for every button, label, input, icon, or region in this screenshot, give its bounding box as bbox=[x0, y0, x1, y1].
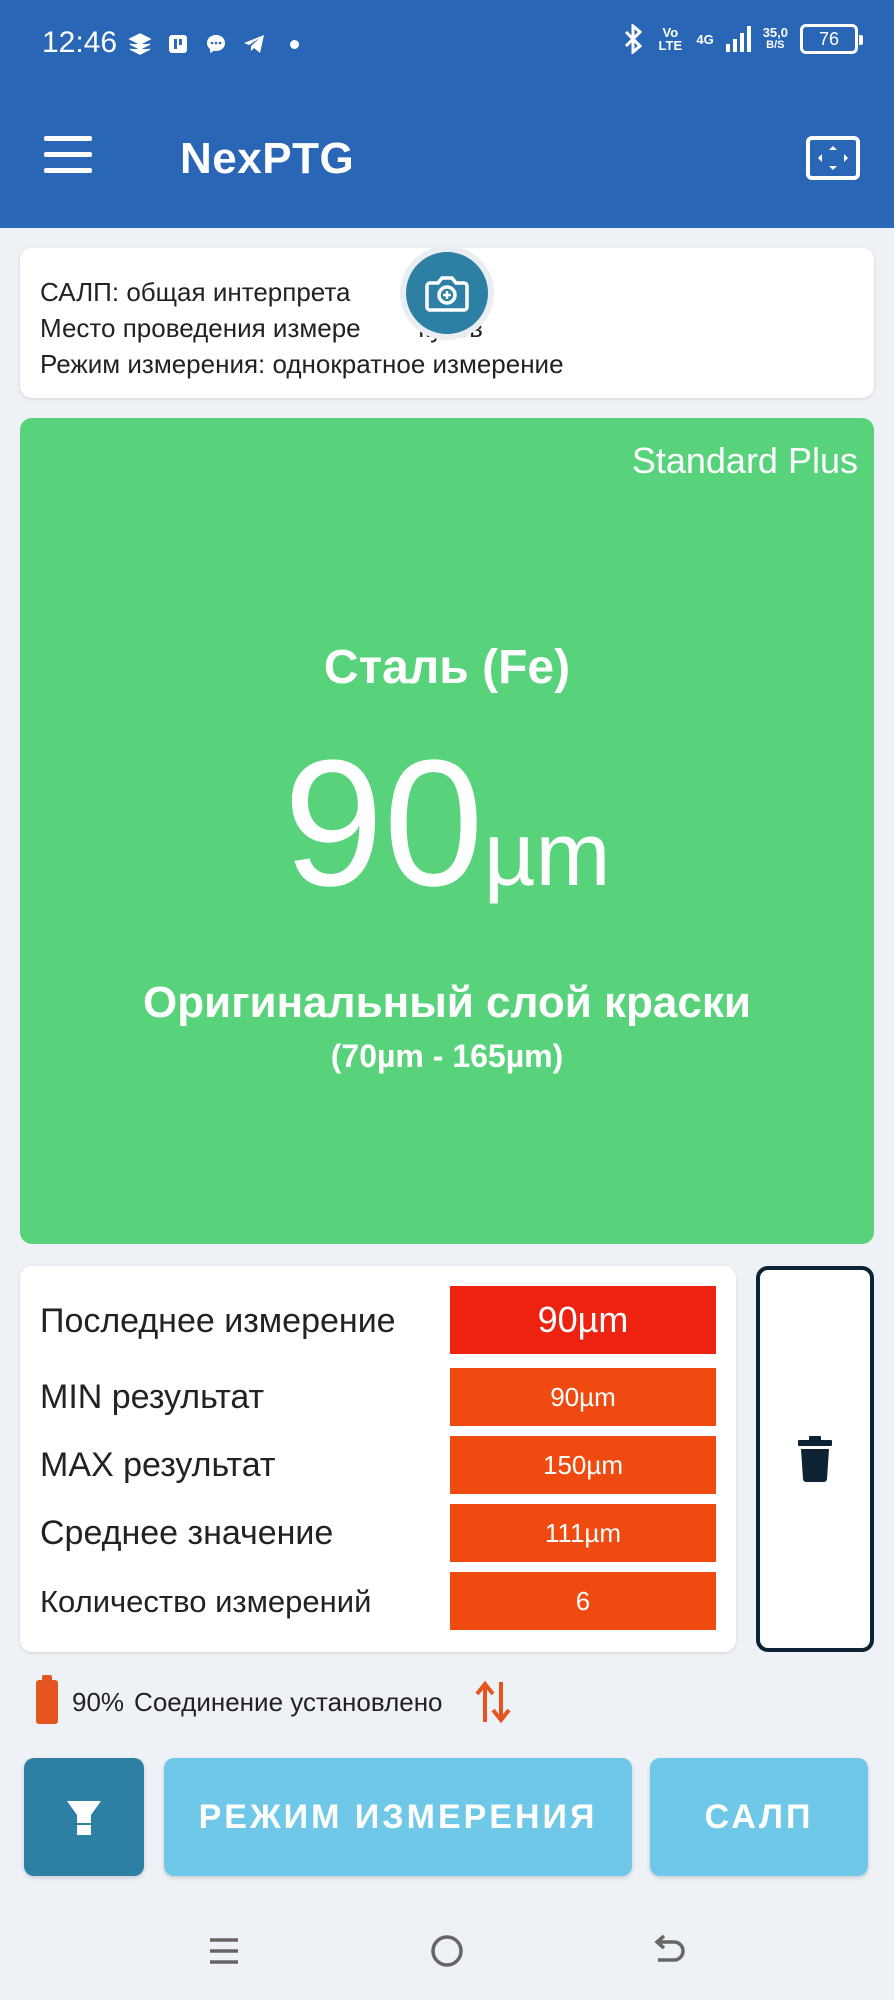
stat-row-min: MIN результат 90µm bbox=[20, 1368, 736, 1428]
result-card: Standard Plus Сталь (Fe) 90µm Оригинальн… bbox=[20, 418, 874, 1244]
menu-lines-icon bbox=[210, 1938, 238, 1964]
stat-value-max: 150µm bbox=[450, 1436, 716, 1494]
stat-label: MAX результат bbox=[40, 1446, 276, 1484]
device-name: Standard Plus bbox=[631, 440, 858, 481]
delete-button[interactable] bbox=[756, 1266, 874, 1652]
stat-row-count: Количество измерений 6 bbox=[20, 1572, 736, 1632]
salp-button[interactable]: САЛП bbox=[650, 1758, 868, 1876]
home-circle-icon bbox=[431, 1935, 463, 1967]
stat-label: Количество измерений bbox=[40, 1584, 372, 1619]
back-button[interactable] bbox=[640, 1924, 700, 1978]
probe-icon bbox=[67, 1801, 101, 1835]
bluetooth-icon bbox=[625, 24, 643, 54]
stat-label: Среднее значение bbox=[40, 1514, 334, 1552]
back-arrow-icon bbox=[654, 1934, 685, 1962]
device-battery-icon bbox=[36, 1675, 58, 1724]
camera-icon bbox=[425, 276, 469, 312]
battery-indicator: 76 bbox=[800, 24, 863, 54]
stat-label: Последнее измерение bbox=[40, 1302, 396, 1340]
statistics-card: Последнее измерение 90µm MIN результат 9… bbox=[20, 1266, 736, 1652]
measurement-mode-button[interactable]: РЕЖИМ ИЗМЕРЕНИЯ bbox=[164, 1758, 632, 1876]
stat-value-avg: 111µm bbox=[450, 1504, 716, 1562]
app-title: NexPTG bbox=[180, 134, 355, 183]
status-bar: 12:46 Vo LTE 4G 35,0 B/S 76 bbox=[0, 0, 894, 92]
connection-status: 90% Соединение установлено bbox=[36, 1675, 513, 1726]
stat-row-avg: Среднее значение 111µm bbox=[20, 1504, 736, 1564]
probe-button[interactable] bbox=[24, 1758, 144, 1876]
speed-value: 35,0 bbox=[762, 25, 788, 40]
signal-icon bbox=[725, 26, 751, 52]
measurement-unit: µm bbox=[483, 805, 611, 905]
layer-range: (70µm - 165µm) bbox=[330, 1038, 564, 1074]
app-bar: NexPTG bbox=[0, 92, 894, 228]
chat-icon bbox=[207, 35, 225, 53]
stat-label: MIN результат bbox=[40, 1378, 265, 1416]
menu-icon[interactable] bbox=[44, 136, 94, 176]
network-label: 4G bbox=[696, 31, 714, 47]
fit-screen-icon[interactable] bbox=[806, 136, 860, 180]
transfer-arrows-icon bbox=[474, 1680, 511, 1724]
navigation-bar bbox=[0, 1902, 894, 2000]
info-mode: Режим измерения: однократное измерение bbox=[40, 349, 564, 379]
material-label: Сталь (Fe) bbox=[323, 641, 571, 694]
network-speed: 35,0 B/S bbox=[763, 26, 788, 52]
device-battery-level: 90% bbox=[72, 1686, 125, 1717]
app-notification-icon bbox=[169, 35, 187, 53]
speed-unit: B/S bbox=[766, 39, 785, 51]
home-button[interactable] bbox=[417, 1924, 477, 1978]
battery-level: 76 bbox=[818, 28, 840, 49]
stat-row-last: Последнее измерение 90µm bbox=[20, 1286, 736, 1356]
status-time: 12:46 bbox=[42, 26, 118, 59]
measurement-number: 90 bbox=[283, 723, 484, 924]
stat-value-count: 6 bbox=[450, 1572, 716, 1630]
layer-description: Оригинальный слой краски bbox=[143, 978, 751, 1027]
volte-label: Vo LTE bbox=[658, 25, 683, 53]
recent-apps-button[interactable] bbox=[194, 1924, 254, 1978]
telegram-icon bbox=[244, 35, 264, 53]
layers-icon bbox=[128, 33, 152, 55]
camera-button[interactable] bbox=[400, 246, 494, 340]
measurement-value: 90µm bbox=[20, 734, 874, 914]
stat-row-max: MAX результат 150µm bbox=[20, 1436, 736, 1496]
stat-value-min: 90µm bbox=[450, 1368, 716, 1426]
notification-icons bbox=[128, 26, 299, 62]
stat-value-last: 90µm bbox=[450, 1286, 716, 1354]
trash-icon bbox=[798, 1436, 832, 1482]
connection-text: Соединение установлено bbox=[134, 1686, 443, 1717]
more-notifications-dot bbox=[290, 39, 299, 49]
system-icons: Vo LTE 4G 35,0 B/S 76 bbox=[622, 24, 863, 54]
